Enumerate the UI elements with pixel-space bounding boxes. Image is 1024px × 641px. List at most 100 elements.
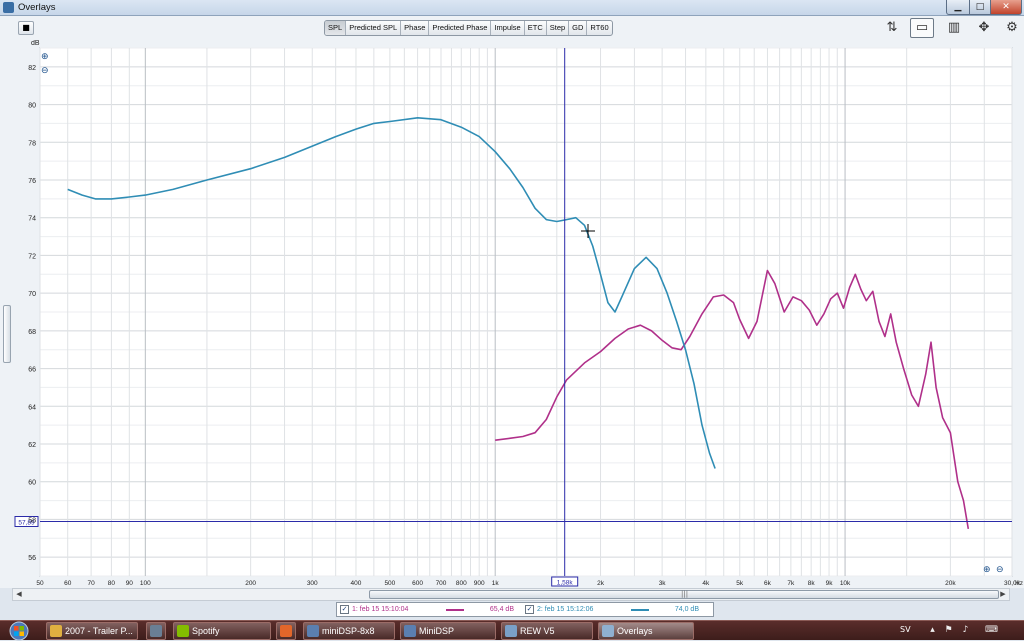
- y-scroll-handle[interactable]: [3, 305, 11, 363]
- tab-step[interactable]: Step: [547, 21, 570, 35]
- app-icon: [505, 625, 517, 637]
- y-tick-label: 62: [28, 442, 36, 449]
- x-tick-label: 7k: [787, 580, 795, 587]
- scroll-grip-icon: |||: [681, 590, 689, 598]
- taskbar-button[interactable]: MiniDSP: [400, 622, 496, 640]
- x-tick-label: 100: [140, 580, 151, 587]
- camera-icon[interactable]: ■: [18, 21, 34, 35]
- legend-checkbox[interactable]: ✓: [340, 605, 349, 614]
- x-tick-label: 600: [412, 580, 423, 587]
- tab-predicted-spl[interactable]: Predicted SPL: [346, 21, 402, 35]
- taskbar-button[interactable]: REW V5: [501, 622, 593, 640]
- x-tick-label: 8k: [808, 580, 816, 587]
- volume-icon[interactable]: ♪: [960, 625, 971, 636]
- windows-taskbar: SV ▴ ⚑ ♪ ⌨ 2007 - Trailer P... Spotify min…: [0, 620, 1024, 641]
- tray-expand-icon[interactable]: ▴: [927, 625, 938, 636]
- taskbar-button[interactable]: miniDSP-8x8: [303, 622, 395, 640]
- y-tick-label: 68: [28, 329, 36, 336]
- y-axis-label: dB: [31, 40, 40, 47]
- app-icon: [3, 2, 14, 13]
- app-icon: [50, 625, 62, 637]
- scroll-left-icon[interactable]: ◀: [13, 589, 25, 600]
- x-tick-label: 400: [351, 580, 362, 587]
- y-tick-label: 78: [28, 140, 36, 147]
- x-axis-unit: Hz: [1015, 580, 1023, 587]
- tab-spl[interactable]: SPL: [325, 21, 347, 35]
- y-tick-label: 56: [28, 555, 36, 562]
- window-title: Overlays: [18, 2, 56, 13]
- y-tick-label: 66: [28, 367, 36, 374]
- y-tick-label: 58: [28, 517, 36, 524]
- tab-etc[interactable]: ETC: [525, 21, 547, 35]
- x-tick-label: 4k: [702, 580, 710, 587]
- x-tick-label: 800: [456, 580, 467, 587]
- app-icon: [280, 625, 292, 637]
- legend-value: 74,0 dB: [674, 606, 699, 613]
- overlay-graph[interactable]: 1,58k 57,89 56 58 60 62 64 66 68 70 72 74 76 78 80 82 d…: [0, 40, 1024, 588]
- x-tick-label: 50: [36, 580, 44, 587]
- taskbar-label: Overlays: [617, 626, 653, 636]
- legend-swatch: [631, 608, 649, 611]
- cursor-x-readout: 1,58k: [557, 580, 574, 587]
- taskbar-button[interactable]: Overlays: [598, 622, 694, 640]
- y-tick-label: 72: [28, 253, 36, 260]
- close-button[interactable]: ✕: [990, 0, 1022, 15]
- y-tick-label: 82: [28, 65, 36, 72]
- y-tick-label: 80: [28, 103, 36, 110]
- start-orb-icon[interactable]: [4, 621, 34, 641]
- align-icon[interactable]: ⇅: [880, 18, 904, 38]
- x-tick-label: 6k: [764, 580, 772, 587]
- legend-swatch: [446, 608, 464, 611]
- minimize-button[interactable]: ▁: [946, 0, 970, 15]
- language-indicator[interactable]: SV: [900, 625, 911, 634]
- x-tick-label: 80: [108, 580, 116, 587]
- taskbar-button[interactable]: 2007 - Trailer P...: [46, 622, 138, 640]
- legend-label: 1: feb 15 15:10:04: [352, 606, 409, 613]
- app-icon: [150, 625, 162, 637]
- spl-chart[interactable]: 1,58k57,89 5658606264666870727476788082d…: [0, 40, 1024, 588]
- controls-icon[interactable]: ▭: [910, 18, 934, 38]
- app-icon: [177, 625, 189, 637]
- x-tick-label: 5k: [736, 580, 744, 587]
- tab-predicted-phase[interactable]: Predicted Phase: [429, 21, 492, 35]
- tab-phase[interactable]: Phase: [401, 21, 430, 35]
- y-tick-label: 64: [28, 404, 36, 411]
- taskbar-button[interactable]: [146, 622, 166, 640]
- x-tick-label: 2k: [597, 580, 605, 587]
- legend-label: 2: feb 15 15:12:06: [537, 606, 594, 613]
- horizontal-scrollbar[interactable]: ◀ ||| ▶: [12, 588, 1010, 601]
- overlay-legend: ✓ 1: feb 15 15:10:04 65,4 dB ✓ 2: feb 15 15:…: [336, 602, 714, 617]
- x-tick-label: 700: [436, 580, 447, 587]
- scroll-right-icon[interactable]: ▶: [997, 589, 1009, 600]
- keyboard-icon[interactable]: ⌨: [985, 625, 998, 636]
- y-tick-label: 76: [28, 178, 36, 185]
- legend-value: 65,4 dB: [489, 606, 514, 613]
- x-tick-label: 9k: [826, 580, 834, 587]
- zoom-in-y-icon[interactable]: ⊕: [41, 52, 49, 62]
- x-tick-label: 500: [384, 580, 395, 587]
- grid-columns-icon[interactable]: ▥: [942, 18, 966, 38]
- zoom-in-x-icon[interactable]: ⊕: [983, 565, 991, 575]
- taskbar-button[interactable]: [276, 622, 296, 640]
- tab-impulse[interactable]: Impulse: [491, 21, 525, 35]
- pan-arrows-icon[interactable]: ✥: [972, 18, 996, 38]
- legend-item: ✓ 1: feb 15 15:10:04 65,4 dB: [337, 603, 522, 616]
- maximize-button[interactable]: □: [969, 0, 991, 15]
- x-tick-label: 60: [64, 580, 72, 587]
- x-tick-label: 300: [307, 580, 318, 587]
- x-tick-label: 20k: [945, 580, 956, 587]
- legend-checkbox[interactable]: ✓: [525, 605, 534, 614]
- zoom-out-x-icon[interactable]: ⊖: [996, 565, 1004, 575]
- taskbar-label: Spotify: [192, 626, 220, 636]
- tab-rt60[interactable]: RT60: [587, 21, 611, 35]
- graph-toolbar: ■ SPL Predicted SPL Phase Predicted Phase Im…: [0, 16, 1024, 40]
- y-tick-label: 60: [28, 480, 36, 487]
- taskbar-label: MiniDSP: [419, 626, 455, 636]
- tab-gd[interactable]: GD: [569, 21, 588, 35]
- flag-icon[interactable]: ⚑: [943, 625, 954, 636]
- gear-icon[interactable]: ⚙: [1000, 18, 1024, 38]
- taskbar-button[interactable]: Spotify: [173, 622, 271, 640]
- window-titlebar: Overlays ▁ □ ✕: [0, 0, 1024, 16]
- zoom-out-y-icon[interactable]: ⊖: [41, 66, 49, 76]
- app-icon: [307, 625, 319, 637]
